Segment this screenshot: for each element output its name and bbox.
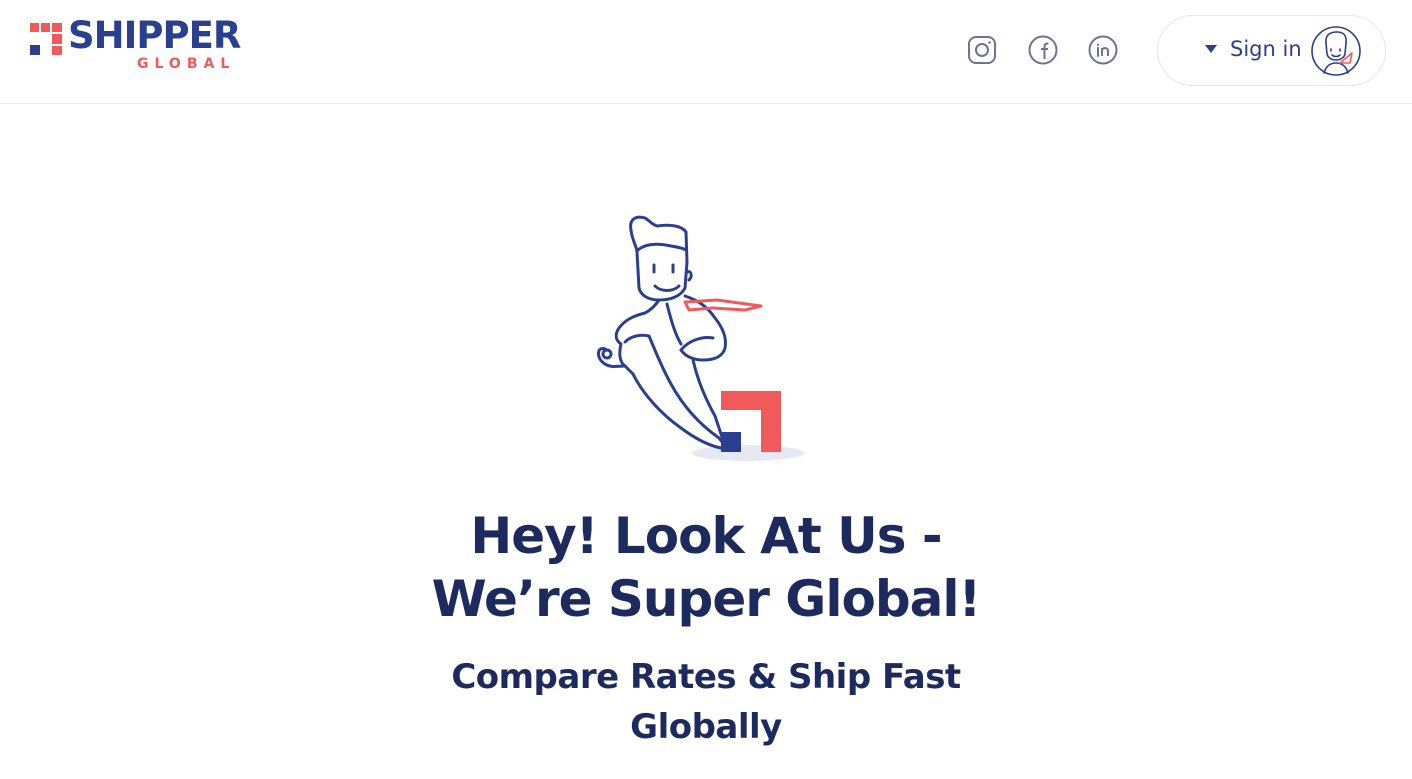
facebook-link[interactable] [1027, 34, 1059, 66]
linkedin-link[interactable] [1087, 34, 1119, 66]
hero-headline: Hey! Look At Us - We’re Super Global! [356, 505, 1056, 631]
hero-subheading-line-1: Compare Rates & Ship Fast [451, 657, 961, 697]
caret-down-icon [1205, 45, 1217, 53]
sign-in-button[interactable]: Sign in [1157, 15, 1386, 86]
instagram-icon [968, 36, 996, 64]
hero-headline-line-1: Hey! Look At Us - [470, 507, 942, 565]
mascot-avatar-icon [1311, 26, 1361, 76]
shipper-global-logo[interactable]: SHIPPER GLOBAL [30, 14, 250, 80]
hero-subheading: Compare Rates & Ship Fast Globally [406, 652, 1006, 752]
hero-headline-line-2: We’re Super Global! [431, 570, 982, 628]
logo-subtitle: GLOBAL [137, 56, 236, 72]
facebook-icon [1028, 35, 1058, 65]
mascot-with-logo-illustration [597, 215, 804, 461]
site-header: SHIPPER GLOBAL Sign in [0, 0, 1412, 104]
logo-wordmark: SHIPPER [68, 14, 241, 57]
sign-in-label: Sign in [1230, 37, 1302, 61]
logo-mark-icon [30, 23, 62, 55]
instagram-link[interactable] [966, 34, 998, 66]
linkedin-icon [1088, 35, 1118, 65]
hero-subheading-line-2: Globally [630, 707, 782, 747]
